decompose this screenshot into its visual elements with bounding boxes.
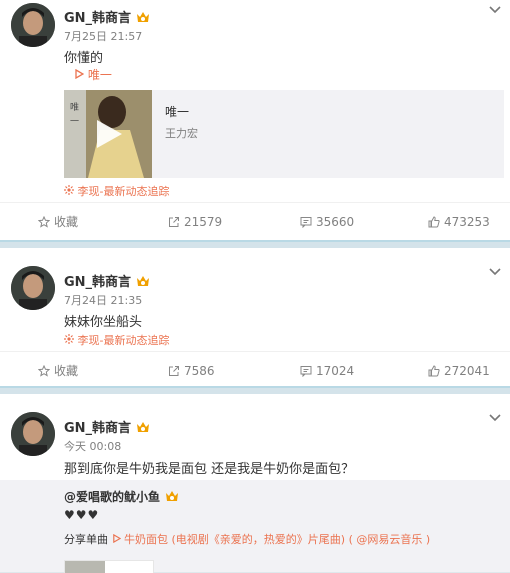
vip-crown-icon	[136, 275, 150, 292]
music-link[interactable]: 唯一	[74, 66, 112, 83]
comment-icon	[300, 215, 316, 229]
comment-button[interactable]: 17024	[300, 352, 354, 390]
superchat-icon	[64, 185, 74, 198]
weibo-feed: GN_韩商言 7月25日 21:57 你懂的 唯一 唯一 唯一 王力宏 李现-最…	[0, 0, 510, 573]
post-text: 那到底你是牛奶我是面包 还是我是牛奶你是面包？	[64, 462, 355, 477]
svg-text:一: 一	[70, 117, 79, 127]
song-title: 唯一	[165, 105, 190, 119]
weibo-post: GN_韩商言 今天 00:08 那到底你是牛奶我是面包 还是我是牛奶你是面包？ …	[0, 394, 510, 573]
comment-button[interactable]: 35660	[300, 203, 354, 241]
play-triangle-icon	[74, 68, 85, 82]
feed-divider	[0, 240, 510, 248]
username[interactable]: GN_韩商言	[64, 7, 150, 28]
chevron-down-icon[interactable]	[488, 2, 502, 16]
favorite-button[interactable]: 收藏	[37, 203, 78, 241]
song-link[interactable]: 牛奶面包 (电视剧《亲爱的，热爱的》片尾曲)	[124, 533, 345, 546]
star-icon	[37, 215, 54, 229]
avatar[interactable]	[11, 412, 55, 456]
comment-icon	[300, 364, 316, 378]
repost-button[interactable]: 21579	[168, 203, 222, 241]
source-tag[interactable]: 李现-最新动态追踪	[64, 183, 169, 199]
avatar[interactable]	[11, 3, 55, 47]
music-card[interactable]: 唯一 唯一 王力宏	[64, 90, 504, 178]
username[interactable]: GN_韩商言	[64, 271, 150, 292]
action-bar: 收藏 21579 35660 473253	[0, 202, 510, 241]
song-source[interactable]: ( @网易云音乐 )	[349, 533, 431, 546]
star-icon	[37, 364, 54, 378]
quoted-text: ♥♥♥	[64, 508, 100, 522]
vip-crown-icon	[136, 421, 150, 438]
post-time[interactable]: 7月25日 21:57	[64, 28, 142, 44]
feed-divider	[0, 386, 510, 394]
like-button[interactable]: 473253	[428, 203, 490, 241]
vip-crown-icon	[165, 490, 179, 506]
quoted-post[interactable]: @爱唱歌的鱿小鱼 ♥♥♥ 分享单曲 牛奶面包 (电视剧《亲爱的，热爱的》片尾曲)…	[0, 480, 510, 573]
song-artist: 王力宏	[165, 127, 198, 140]
username[interactable]: GN_韩商言	[64, 417, 150, 438]
album-cover	[65, 561, 105, 573]
weibo-post: GN_韩商言 7月25日 21:57 你懂的 唯一 唯一 唯一 王力宏 李现-最…	[0, 0, 510, 240]
album-cover: 唯一	[64, 90, 152, 178]
superchat-icon	[64, 334, 74, 347]
vip-crown-icon	[136, 11, 150, 28]
post-text: 妹妹你坐船头	[64, 315, 143, 330]
quoted-username[interactable]: @爱唱歌的鱿小鱼	[64, 488, 179, 506]
thumbs-up-icon	[428, 364, 444, 378]
avatar[interactable]	[11, 266, 55, 310]
shared-song[interactable]: 分享单曲 牛奶面包 (电视剧《亲爱的，热爱的》片尾曲) ( @网易云音乐 )	[64, 531, 430, 547]
play-icon[interactable]	[94, 118, 124, 154]
post-time[interactable]: 7月24日 21:35	[64, 292, 142, 308]
chevron-down-icon[interactable]	[488, 264, 502, 278]
share-icon	[168, 215, 184, 229]
chevron-down-icon[interactable]	[488, 410, 502, 424]
source-tag[interactable]: 李现-最新动态追踪	[64, 332, 169, 348]
share-icon	[168, 364, 184, 378]
post-text: 你懂的	[64, 51, 104, 66]
song-card-preview[interactable]	[64, 560, 154, 573]
repost-button[interactable]: 7586	[168, 352, 215, 390]
favorite-button[interactable]: 收藏	[37, 352, 78, 390]
weibo-post: GN_韩商言 7月24日 21:35 妹妹你坐船头 李现-最新动态追踪 收藏 7…	[0, 248, 510, 386]
play-triangle-icon	[112, 533, 121, 546]
post-time[interactable]: 今天 00:08	[64, 438, 121, 454]
like-button[interactable]: 272041	[428, 352, 490, 390]
thumbs-up-icon	[428, 215, 444, 229]
action-bar: 收藏 7586 17024 272041	[0, 351, 510, 390]
svg-text:唯: 唯	[70, 102, 79, 113]
